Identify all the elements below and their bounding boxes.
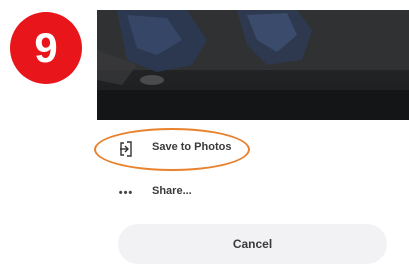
cancel-label: Cancel [232,237,273,251]
step-number-badge: 9 [10,12,82,84]
cancel-button[interactable]: Cancel [118,224,387,264]
share-button[interactable]: ••• Share... [97,177,409,209]
more-dots-icon: ••• [118,186,134,199]
save-to-photos-button[interactable]: Save to Photos [97,133,409,165]
share-label: Share... [152,185,192,197]
step-number: 9 [34,24,58,71]
photo-preview [97,10,409,120]
save-to-photos-label: Save to Photos [152,141,232,153]
save-to-device-icon [117,139,135,159]
